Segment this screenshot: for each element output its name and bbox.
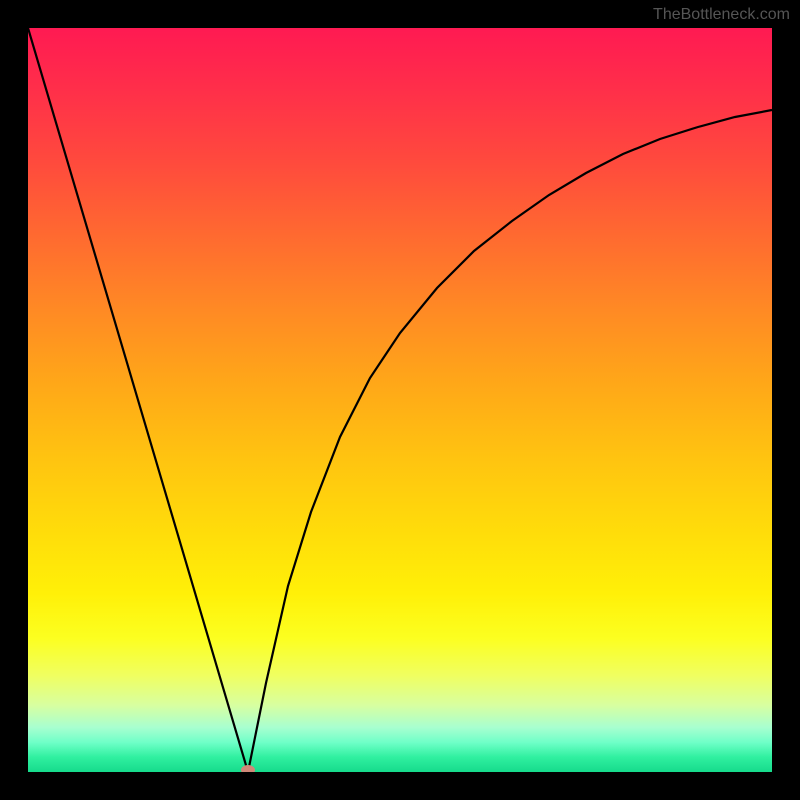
curve-right-segment [248, 110, 772, 772]
curve-left-segment [28, 28, 248, 772]
chart-curve [28, 28, 772, 772]
optimal-point-marker [241, 765, 255, 772]
plot-area [28, 28, 772, 772]
watermark-text: TheBottleneck.com [653, 6, 790, 24]
chart-container: TheBottleneck.com [0, 0, 800, 800]
